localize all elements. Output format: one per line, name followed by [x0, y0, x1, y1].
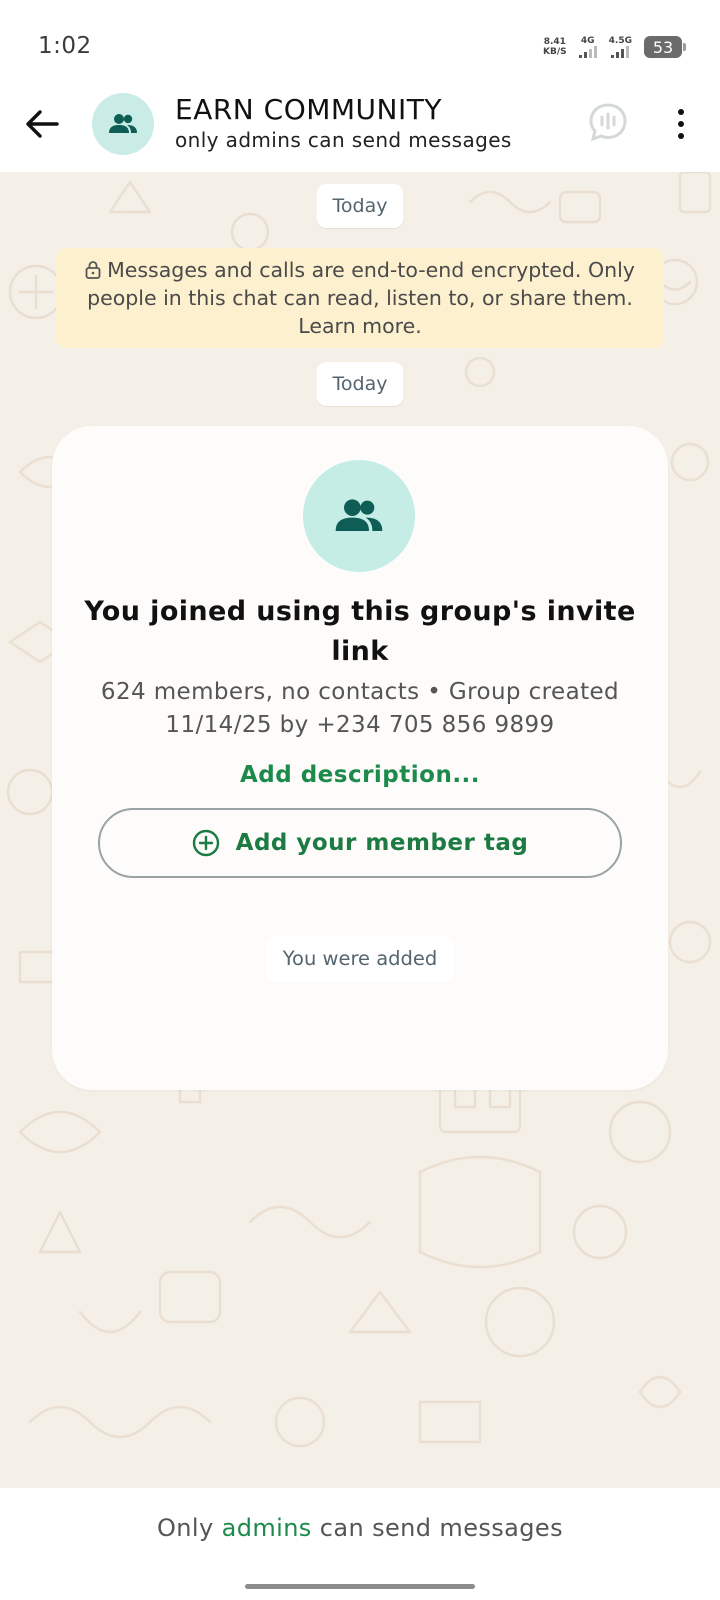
- card-group-avatar: [303, 460, 415, 572]
- arrow-left-icon: [26, 110, 59, 138]
- chat-title[interactable]: EARN COMMUNITY: [175, 93, 442, 126]
- network-speed-value: 8.41: [543, 37, 566, 47]
- network-speed-unit: KB/S: [543, 47, 567, 57]
- signal-45g-icon: 4.5G: [609, 36, 632, 58]
- chat-header: EARN COMMUNITY only admins can send mess…: [0, 90, 720, 172]
- more-vertical-icon: [678, 109, 684, 115]
- add-member-tag-button[interactable]: Add your member tag: [98, 808, 622, 878]
- encryption-notice[interactable]: Messages and calls are end-to-end encryp…: [56, 248, 664, 348]
- voice-chat-icon: [589, 103, 627, 142]
- admins-link[interactable]: admins: [222, 1514, 312, 1542]
- battery-icon: 53: [644, 36, 686, 58]
- encryption-notice-text: Messages and calls are end-to-end encryp…: [87, 258, 635, 338]
- date-chip-today-2: Today: [316, 362, 404, 406]
- signal-45g-label: 4.5G: [608, 36, 632, 46]
- footer-text: Only admins can send messages: [0, 1514, 720, 1542]
- plus-circle-icon: [192, 829, 219, 857]
- home-indicator[interactable]: [245, 1584, 475, 1589]
- status-time: 1:02: [38, 33, 92, 59]
- voice-chat-button[interactable]: [588, 102, 628, 142]
- more-options-button[interactable]: [664, 102, 698, 146]
- footer-text-before: Only: [157, 1514, 222, 1542]
- card-group-meta: 624 members, no contacts • Group created…: [100, 679, 620, 738]
- group-icon: [335, 499, 383, 531]
- battery-level: 53: [652, 37, 674, 57]
- chat-subtitle[interactable]: only admins can send messages: [175, 128, 512, 152]
- system-message-added: You were added: [266, 936, 454, 982]
- add-member-tag-label: Add your member tag: [235, 830, 529, 856]
- lock-icon: [85, 261, 101, 279]
- status-bar: 1:02 8.41 KB/S 4G 4.5G 53: [0, 0, 720, 90]
- back-button[interactable]: [20, 102, 64, 146]
- footer-text-after: can send messages: [311, 1514, 563, 1542]
- card-title: You joined using this group's invite lin…: [84, 596, 636, 667]
- status-indicators: 8.41 KB/S 4G 4.5G 53: [543, 32, 686, 62]
- group-info-card: You joined using this group's invite lin…: [52, 426, 668, 1090]
- signal-4g-label: 4G: [580, 36, 595, 46]
- group-icon: [109, 114, 137, 133]
- date-chip-today: Today: [316, 184, 404, 228]
- network-speed: 8.41 KB/S: [543, 37, 567, 57]
- chat-area[interactable]: Today Messages and calls are end-to-end …: [0, 172, 720, 1488]
- add-description-link[interactable]: Add description...: [82, 762, 638, 788]
- admins-only-footer: Only admins can send messages: [0, 1488, 720, 1600]
- group-avatar[interactable]: [92, 93, 154, 155]
- signal-4g-icon: 4G: [578, 36, 597, 58]
